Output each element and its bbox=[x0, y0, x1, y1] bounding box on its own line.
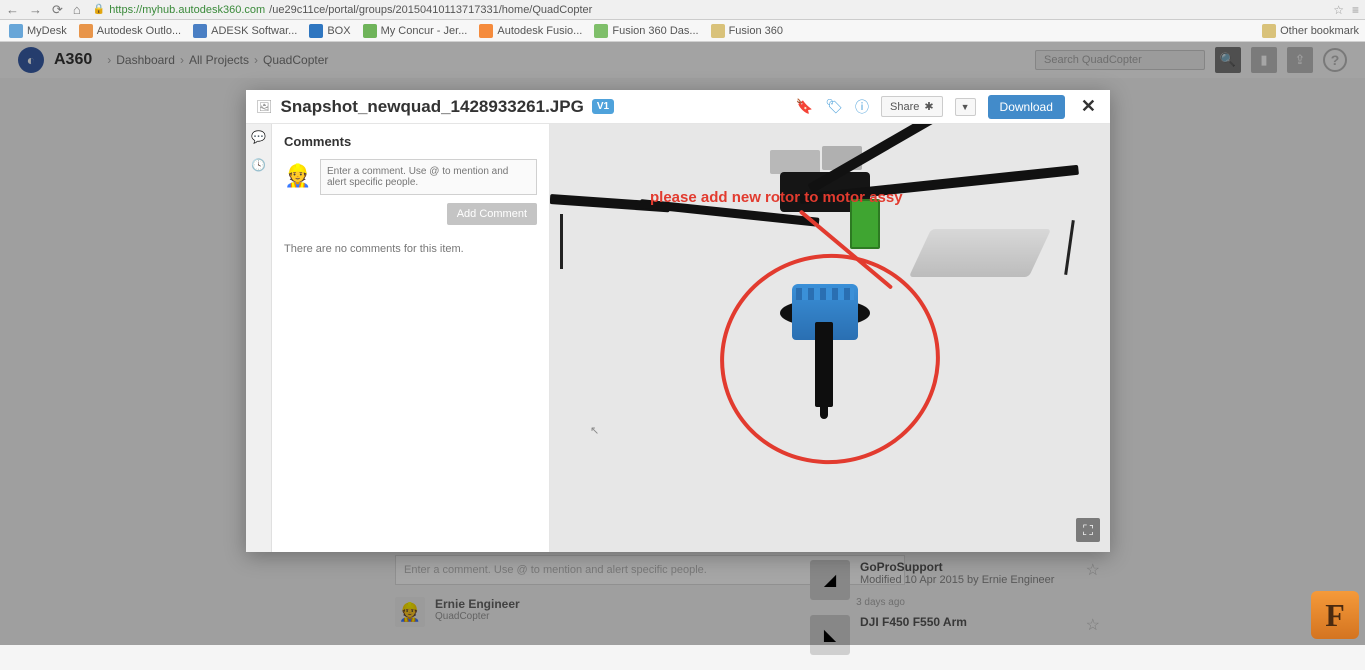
fusion-logo: F bbox=[1311, 591, 1359, 639]
bookmark-star-icon[interactable]: ☆ bbox=[1333, 3, 1344, 17]
bookmark-label: Other bookmark bbox=[1280, 25, 1359, 37]
bookmark-label: ADESK Softwar... bbox=[211, 25, 297, 37]
share-network-icon: ✱ bbox=[924, 100, 933, 113]
info-action-icon[interactable]: ⓘ bbox=[855, 97, 869, 117]
empty-comments-text: There are no comments for this item. bbox=[284, 243, 537, 255]
menu-icon[interactable]: ≡ bbox=[1352, 3, 1359, 17]
reload-icon[interactable]: ⟳ bbox=[52, 2, 63, 18]
image-preview-pane[interactable]: please add new rotor to motor assy ↖ ⛶ bbox=[550, 124, 1110, 552]
bookmark-label: Autodesk Outlo... bbox=[97, 25, 181, 37]
cursor-icon: ↖ bbox=[590, 424, 599, 437]
bookmark-mydesk[interactable]: MyDesk bbox=[6, 23, 70, 39]
browser-toolbar: ← → ⟳ ⌂ 🔒 https://myhub.autodesk360.com/… bbox=[0, 0, 1365, 20]
back-icon[interactable]: ← bbox=[6, 2, 19, 17]
tag-action-icon[interactable]: 🏷 bbox=[825, 98, 843, 115]
bookmarks-bar: MyDesk Autodesk Outlo... ADESK Softwar..… bbox=[0, 20, 1365, 42]
share-button[interactable]: Share ✱ bbox=[881, 96, 943, 117]
bookmark-label: My Concur - Jer... bbox=[381, 25, 468, 37]
avatar: 👷 bbox=[284, 159, 312, 193]
bookmark-outlook[interactable]: Autodesk Outlo... bbox=[76, 23, 184, 39]
add-comment-button[interactable]: Add Comment bbox=[447, 203, 537, 225]
bookmark-label: BOX bbox=[327, 25, 350, 37]
file-preview-modal: 🖼 Snapshot_newquad_1428933261.JPG V1 🔖 🏷… bbox=[246, 90, 1110, 552]
share-dropdown[interactable]: ▼ bbox=[955, 98, 976, 116]
bookmark-fusion[interactable]: Autodesk Fusio... bbox=[476, 23, 585, 39]
address-bar[interactable]: 🔒 https://myhub.autodesk360.com/ue29c11c… bbox=[93, 4, 593, 16]
home-icon[interactable]: ⌂ bbox=[73, 2, 81, 17]
bookmark-action-icon[interactable]: 🔖 bbox=[796, 98, 813, 115]
bookmark-fusion360[interactable]: Fusion 360 bbox=[708, 23, 786, 39]
bookmark-adesk[interactable]: ADESK Softwar... bbox=[190, 23, 300, 39]
version-badge[interactable]: V1 bbox=[592, 99, 614, 114]
annotation-text: please add new rotor to motor assy bbox=[650, 189, 903, 206]
url-host: myhub.autodesk360.com bbox=[142, 4, 265, 16]
download-button[interactable]: Download bbox=[988, 95, 1065, 119]
share-label: Share bbox=[890, 101, 919, 113]
close-icon[interactable]: ✕ bbox=[1077, 96, 1100, 117]
bookmark-box[interactable]: BOX bbox=[306, 23, 353, 39]
url-protocol: https:// bbox=[109, 4, 142, 16]
bookmark-concur[interactable]: My Concur - Jer... bbox=[360, 23, 471, 39]
bookmark-label: MyDesk bbox=[27, 25, 67, 37]
bookmark-label: Autodesk Fusio... bbox=[497, 25, 582, 37]
url-path: /ue29c11ce/portal/groups/201504101137173… bbox=[269, 4, 592, 16]
comment-input[interactable] bbox=[320, 159, 537, 195]
comments-heading: Comments bbox=[284, 134, 537, 149]
modal-left-rail: 💬 🕓 bbox=[246, 124, 272, 552]
bookmark-fusion-dash[interactable]: Fusion 360 Das... bbox=[591, 23, 701, 39]
modal-filename: Snapshot_newquad_1428933261.JPG bbox=[281, 97, 584, 117]
comments-rail-icon[interactable]: 💬 bbox=[251, 130, 266, 144]
history-rail-icon[interactable]: 🕓 bbox=[251, 158, 266, 172]
fullscreen-icon[interactable]: ⛶ bbox=[1076, 518, 1100, 542]
comments-panel: Comments 👷 Add Comment There are no comm… bbox=[272, 124, 550, 552]
image-file-icon: 🖼 bbox=[256, 99, 273, 115]
modal-title-bar: 🖼 Snapshot_newquad_1428933261.JPG V1 🔖 🏷… bbox=[246, 90, 1110, 124]
other-bookmarks[interactable]: Other bookmark bbox=[1262, 24, 1359, 38]
bookmark-label: Fusion 360 bbox=[729, 25, 783, 37]
lock-icon: 🔒 bbox=[93, 4, 105, 15]
forward-icon[interactable]: → bbox=[29, 2, 42, 17]
bookmark-label: Fusion 360 Das... bbox=[612, 25, 698, 37]
